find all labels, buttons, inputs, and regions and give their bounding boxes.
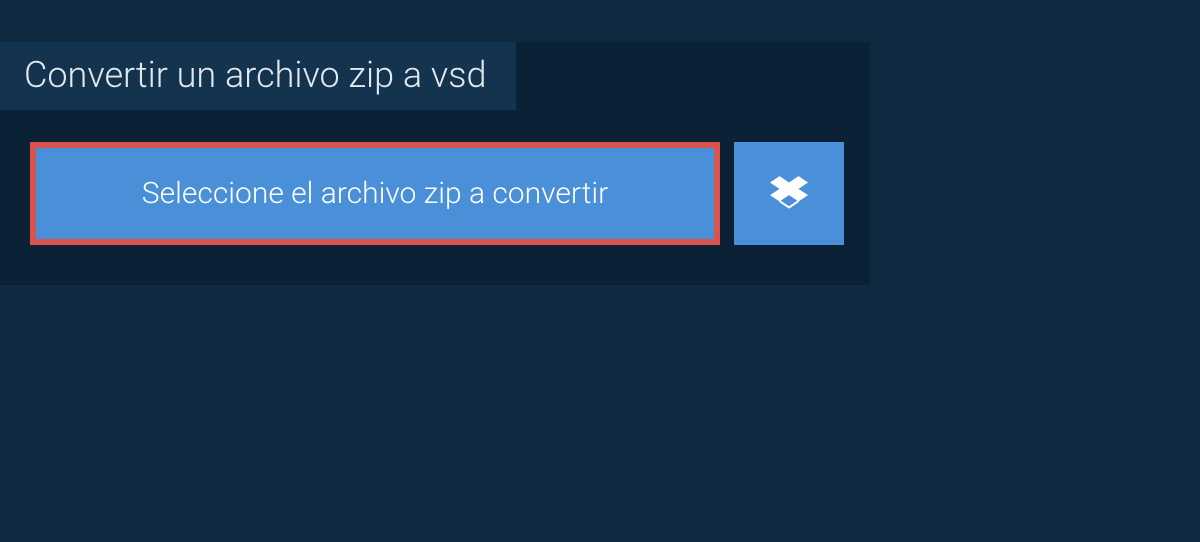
dropbox-button[interactable] <box>734 142 844 245</box>
select-file-label: Seleccione el archivo zip a convertir <box>142 176 608 211</box>
dropbox-icon <box>770 173 808 215</box>
file-select-row: Seleccione el archivo zip a convertir <box>0 110 870 245</box>
page-title-tab: Convertir un archivo zip a vsd <box>0 42 516 110</box>
converter-panel: Convertir un archivo zip a vsd Seleccion… <box>0 42 870 285</box>
select-file-button[interactable]: Seleccione el archivo zip a convertir <box>30 142 720 245</box>
page-title: Convertir un archivo zip a vsd <box>24 54 486 96</box>
